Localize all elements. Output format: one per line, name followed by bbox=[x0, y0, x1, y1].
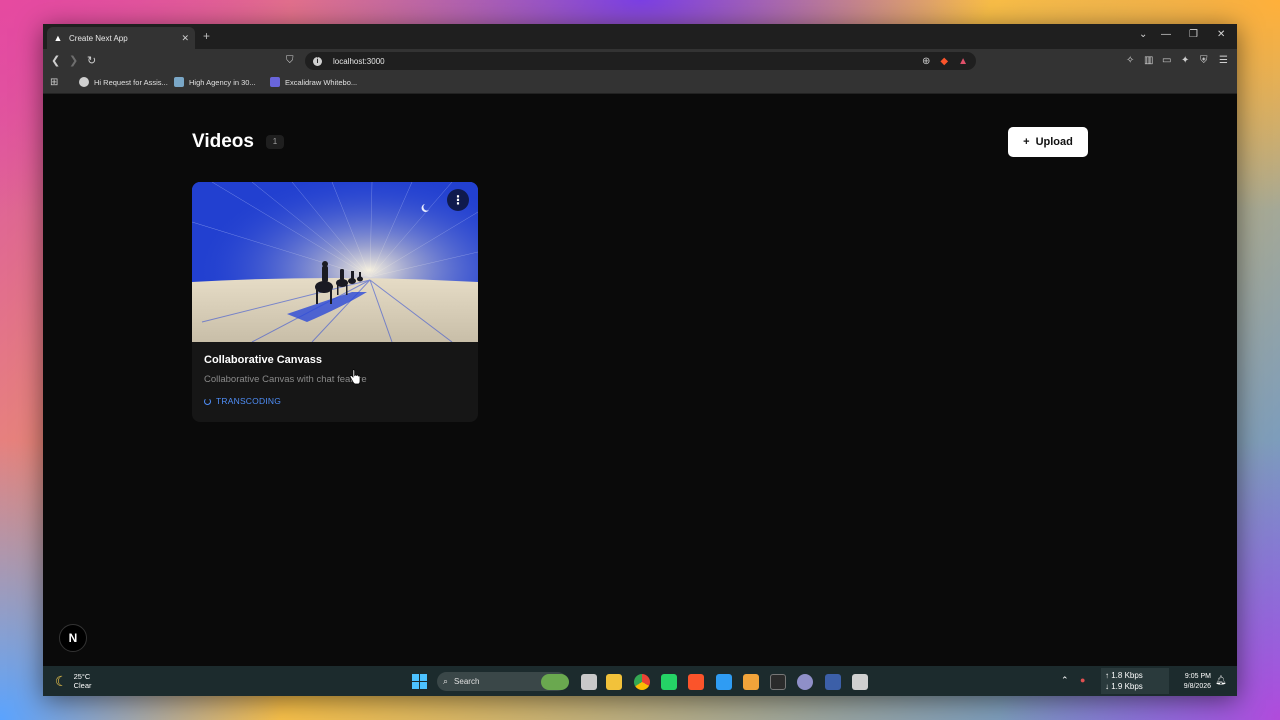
weather-desc: Clear bbox=[73, 681, 92, 690]
thumbnail-artwork bbox=[192, 182, 478, 342]
video-title: Collaborative Canvass bbox=[204, 354, 322, 366]
status-badge: TRANSCODING bbox=[204, 396, 281, 406]
browser-tab[interactable]: ▲ Create Next App ✕ bbox=[47, 27, 195, 49]
minimize-icon[interactable]: — bbox=[1161, 29, 1171, 40]
brave-rewards-icon[interactable]: ▲ bbox=[958, 56, 968, 67]
zoom-icon[interactable]: ⊕ bbox=[922, 56, 930, 67]
system-clock[interactable]: 9:05 PM 9/8/2026 bbox=[1177, 672, 1211, 692]
video-thumbnail[interactable]: ⋮ bbox=[192, 182, 478, 342]
clock-time: 9:05 PM bbox=[1184, 673, 1211, 680]
tab-search-icon[interactable]: ⌄ bbox=[1139, 29, 1147, 40]
plus-icon: + bbox=[1023, 136, 1030, 148]
close-window-icon[interactable]: ✕ bbox=[1217, 29, 1225, 40]
reload-icon[interactable]: ↻ bbox=[87, 54, 96, 67]
search-highlight-icon[interactable] bbox=[541, 674, 569, 690]
weather-widget[interactable]: ☾ 25°C Clear bbox=[55, 672, 92, 690]
bookmark-favicon-icon bbox=[79, 77, 89, 87]
more-options-icon[interactable]: ⋮ bbox=[447, 189, 469, 211]
sublime-icon[interactable] bbox=[743, 674, 759, 690]
upload-label: Upload bbox=[1035, 136, 1073, 148]
leo-ai-icon[interactable]: ✦ bbox=[1181, 55, 1189, 66]
video-description: Collaborative Canvas with chat feature bbox=[204, 374, 367, 385]
bookmark-label: Excalidraw Whitebo... bbox=[285, 77, 358, 87]
network-speed-widget: ↑ 1.8 Kbps ↓ 1.9 Kbps bbox=[1101, 668, 1169, 694]
snipping-tool-icon[interactable] bbox=[825, 674, 841, 690]
forward-icon[interactable]: ❯ bbox=[69, 54, 78, 67]
app-icon[interactable] bbox=[797, 674, 813, 690]
nextjs-dev-badge[interactable]: N bbox=[59, 624, 87, 652]
wallet-icon[interactable]: ▭ bbox=[1162, 55, 1171, 66]
search-icon: ⌕ bbox=[443, 676, 449, 686]
bookmark-item[interactable]: High Agency in 30... bbox=[174, 77, 256, 87]
tab-title: Create Next App bbox=[69, 33, 128, 43]
tray-chevron-icon[interactable]: ⌃ bbox=[1061, 675, 1069, 686]
notepad-icon[interactable] bbox=[852, 674, 868, 690]
brave-shields-icon[interactable]: ◆ bbox=[940, 56, 948, 67]
task-view-icon[interactable] bbox=[581, 674, 597, 690]
site-info-icon[interactable]: i bbox=[313, 56, 322, 66]
address-bar[interactable]: i localhost:3000 ⊕ ◆ ▲ bbox=[305, 52, 976, 70]
close-tab-icon[interactable]: ✕ bbox=[181, 33, 189, 44]
bookmark-item[interactable]: Hi Request for Assis... bbox=[79, 77, 168, 87]
vscode-icon[interactable] bbox=[716, 674, 732, 690]
windows-start-icon[interactable] bbox=[412, 674, 427, 689]
browser-window: ▲ Create Next App ✕ + ⌄ — ❐ ✕ ❮ ❯ ↻ ⛉ i … bbox=[43, 24, 1237, 696]
bookmark-favicon-icon bbox=[174, 77, 184, 87]
page-content: Videos 1 + Upload ⋮ Collaborative Canvas… bbox=[43, 95, 1237, 666]
bookmark-item[interactable]: Excalidraw Whitebo... bbox=[270, 77, 357, 87]
spinner-icon bbox=[204, 397, 211, 405]
url-text[interactable]: localhost:3000 bbox=[333, 57, 912, 66]
excalidraw-favicon-icon bbox=[270, 77, 280, 87]
whatsapp-icon[interactable] bbox=[661, 674, 677, 690]
brave-icon[interactable] bbox=[688, 674, 704, 690]
back-icon[interactable]: ❮ bbox=[51, 54, 60, 67]
extensions-icon[interactable]: ✧ bbox=[1126, 55, 1134, 66]
hand-cursor-icon bbox=[349, 369, 361, 385]
tab-strip: ▲ Create Next App ✕ + ⌄ — ❐ ✕ bbox=[43, 24, 1237, 49]
status-label: TRANSCODING bbox=[216, 396, 282, 406]
net-download: ↓ 1.9 Kbps bbox=[1105, 682, 1143, 691]
chrome-icon[interactable] bbox=[634, 674, 650, 690]
bookmarks-bar: ⊞ Hi Request for Assis... High Agency in… bbox=[43, 73, 1237, 94]
video-count-badge: 1 bbox=[266, 135, 284, 149]
menu-icon[interactable]: ☰ bbox=[1219, 55, 1228, 66]
windows-taskbar: ☾ 25°C Clear ⌕ Search ⌃ ● ↑ 1.8 Kbps ↓ 1… bbox=[43, 666, 1237, 696]
terminal-icon[interactable] bbox=[770, 674, 786, 690]
upload-button[interactable]: + Upload bbox=[1008, 127, 1088, 157]
bookmark-page-icon[interactable]: ⛉ bbox=[286, 55, 294, 66]
net-upload: ↑ 1.8 Kbps bbox=[1105, 671, 1143, 680]
restore-icon[interactable]: ❐ bbox=[1189, 29, 1198, 40]
video-card[interactable]: ⋮ Collaborative Canvass Collaborative Ca… bbox=[192, 182, 478, 422]
bookmark-label: High Agency in 30... bbox=[189, 77, 256, 87]
vpn-icon[interactable]: ⛨ bbox=[1200, 55, 1208, 66]
moon-icon: ☾ bbox=[55, 672, 68, 689]
apps-grid-icon[interactable]: ⊞ bbox=[50, 77, 58, 88]
tray-app-icon[interactable]: ● bbox=[1080, 675, 1085, 685]
search-placeholder: Search bbox=[454, 677, 480, 686]
clock-date: 9/8/2026 bbox=[1183, 683, 1211, 690]
weather-temp: 25°C bbox=[73, 672, 91, 681]
new-tab-icon[interactable]: + bbox=[203, 29, 210, 43]
notifications-icon[interactable]: 🔔︎ bbox=[1215, 675, 1226, 686]
browser-toolbar: ❮ ❯ ↻ ⛉ i localhost:3000 ⊕ ◆ ▲ ✧ ▥ ▭ ✦ ⛨… bbox=[43, 49, 1237, 73]
file-explorer-icon[interactable] bbox=[606, 674, 622, 690]
bookmark-label: Hi Request for Assis... bbox=[94, 77, 168, 87]
page-title: Videos bbox=[192, 131, 254, 152]
nextjs-favicon-icon: ▲ bbox=[53, 33, 63, 43]
sidebar-icon[interactable]: ▥ bbox=[1144, 55, 1153, 66]
